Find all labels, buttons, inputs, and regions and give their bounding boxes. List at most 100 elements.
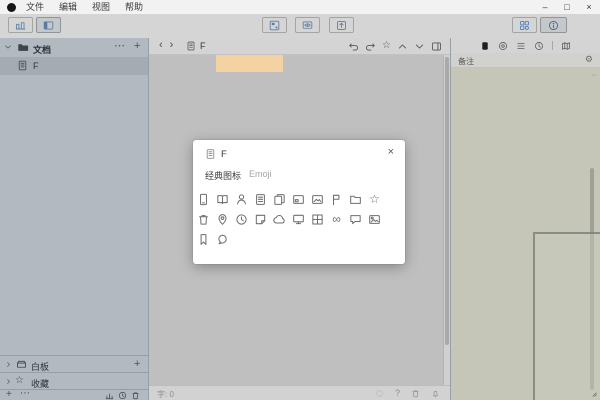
documents-label: 文档 — [33, 45, 52, 55]
menu-edit[interactable]: 编辑 — [59, 0, 77, 14]
panel-toggle-icon[interactable] — [431, 41, 442, 52]
trash-icon[interactable] — [131, 391, 140, 400]
sticky-note-icon[interactable] — [251, 209, 270, 229]
notes-settings-gear-icon[interactable]: ⚙ — [585, 54, 593, 65]
document-title: F — [200, 41, 206, 51]
nav-back-button[interactable]: ‹ — [159, 39, 163, 51]
redo-icon[interactable] — [365, 41, 376, 52]
thought-bubble-icon[interactable] — [213, 229, 232, 249]
footer-more-button[interactable]: ⋯ — [20, 388, 30, 399]
main-scrollbar-thumb[interactable] — [445, 57, 449, 345]
map-pin-icon[interactable] — [213, 209, 232, 229]
notes-inner-box — [533, 232, 600, 400]
note-tab-icon[interactable] — [480, 41, 490, 51]
main-scrollbar[interactable] — [443, 55, 450, 385]
minimize-button[interactable]: – — [534, 0, 556, 14]
stats-icon[interactable] — [105, 391, 114, 400]
upload-icon — [336, 20, 347, 31]
theme-circle-icon[interactable] — [375, 389, 384, 398]
info-icon — [548, 20, 559, 31]
mobile-icon[interactable] — [194, 189, 213, 209]
image-card-icon[interactable] — [289, 189, 308, 209]
sidebar-footer: + ⋯ — [0, 388, 148, 400]
icon-picker-modal: F × 经典图标 Emoji ☆ ∞ — [193, 140, 405, 264]
top-toolbar — [0, 14, 600, 39]
nav-forward-button[interactable]: › — [170, 39, 174, 51]
chevron-right-icon[interactable] — [5, 378, 12, 385]
menubar: 文件 编辑 视图 帮助 – □ × — [0, 0, 600, 15]
flag-icon[interactable] — [327, 189, 346, 209]
apps-grid-button[interactable] — [512, 17, 537, 33]
folder-icon[interactable] — [346, 189, 365, 209]
documents-folder-icon — [17, 41, 29, 53]
document-icon — [186, 41, 196, 51]
favorite-star-icon[interactable]: ☆ — [382, 40, 391, 52]
sidebar-layout-icon — [43, 20, 54, 31]
statusbar: 字: 0 ? — [149, 385, 450, 400]
info-panel-button[interactable] — [540, 17, 567, 33]
app-logo-icon[interactable] — [7, 2, 16, 12]
notes-scroll-up-icon[interactable] — [591, 72, 597, 78]
presentation-button[interactable] — [295, 17, 320, 33]
document-toolbar: ‹ › F ☆ — [149, 38, 450, 55]
share-upload-button[interactable] — [329, 17, 354, 33]
sidebar-toggle-button[interactable] — [36, 17, 61, 33]
sidebar-item-document-f[interactable]: F — [0, 57, 148, 75]
document-icon — [205, 148, 216, 160]
menu-view[interactable]: 视图 — [92, 0, 110, 14]
map-tab-icon[interactable] — [561, 41, 571, 51]
file-text-icon[interactable] — [251, 189, 270, 209]
bell-icon[interactable] — [431, 389, 440, 398]
whiteboard-add-button[interactable]: + — [134, 358, 140, 370]
tab-emoji[interactable]: Emoji — [249, 169, 272, 179]
close-button[interactable]: × — [578, 0, 600, 14]
footer-add-button[interactable]: + — [6, 389, 12, 400]
trash-icon[interactable] — [194, 209, 213, 229]
history-icon[interactable] — [118, 391, 127, 400]
menu-file[interactable]: 文件 — [26, 0, 44, 14]
list-tab-icon[interactable] — [516, 41, 526, 51]
collapse-icon[interactable] — [397, 41, 408, 52]
camera-tab-icon[interactable] — [498, 41, 508, 51]
maximize-button[interactable]: □ — [556, 0, 578, 14]
user-icon[interactable] — [232, 189, 251, 209]
photo-card-icon[interactable] — [365, 209, 384, 229]
notes-title: 备注 — [458, 57, 474, 66]
menu-help[interactable]: 帮助 — [125, 0, 143, 14]
help-icon[interactable]: ? — [395, 388, 400, 398]
mindmap-view-icon — [269, 20, 280, 31]
star-icon[interactable]: ☆ — [365, 189, 384, 209]
comment-icon[interactable] — [346, 209, 365, 229]
presentation-icon — [302, 20, 313, 31]
table-grid-icon[interactable] — [308, 209, 327, 229]
library-button[interactable] — [8, 17, 33, 33]
sidebar-section-whiteboard[interactable]: 白板 + — [0, 355, 148, 373]
tab-classic-icons[interactable]: 经典图标 — [205, 169, 241, 182]
image-mountain-icon[interactable] — [308, 189, 327, 209]
window-controls: – □ × — [534, 0, 600, 14]
app-window: 文件 编辑 视图 帮助 – □ × 文档 ⋯ + F 白板 + ☆ 收藏 + ⋯… — [0, 0, 600, 400]
notes-header: 备注 ⚙ — [451, 53, 600, 68]
mindmap-view-button[interactable] — [262, 17, 287, 33]
notes-body[interactable] — [451, 68, 600, 400]
bookmark-icon[interactable] — [194, 229, 213, 249]
files-icon[interactable] — [270, 189, 289, 209]
clock-icon[interactable] — [232, 209, 251, 229]
selected-node-highlight[interactable] — [216, 55, 283, 72]
clock-tab-icon[interactable] — [534, 41, 544, 51]
chevron-right-icon[interactable] — [5, 361, 12, 368]
cloud-icon[interactable] — [270, 209, 289, 229]
chevron-down-icon[interactable] — [4, 43, 12, 51]
infinity-icon[interactable]: ∞ — [327, 209, 346, 229]
documents-more-button[interactable]: ⋯ — [114, 39, 125, 52]
monitor-icon[interactable] — [289, 209, 308, 229]
undo-icon[interactable] — [348, 41, 359, 52]
modal-close-icon[interactable]: × — [388, 146, 394, 158]
whiteboard-icon — [16, 359, 27, 370]
resize-grip-icon[interactable] — [590, 390, 598, 398]
book-open-icon[interactable] — [213, 189, 232, 209]
documents-add-button[interactable]: + — [134, 40, 140, 52]
sidebar-documents-header[interactable]: 文档 ⋯ + — [0, 38, 148, 57]
expand-icon[interactable] — [414, 41, 425, 52]
delete-icon[interactable] — [411, 389, 420, 398]
